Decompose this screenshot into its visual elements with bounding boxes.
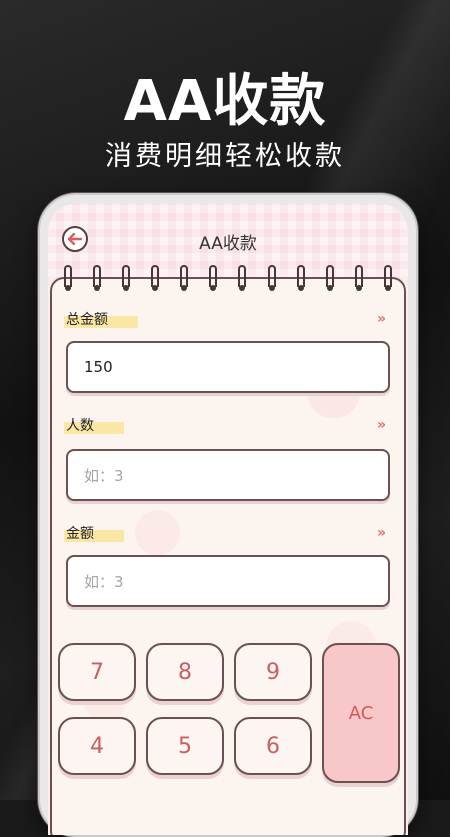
ring-icon [354, 265, 363, 291]
ring-icon [180, 265, 189, 291]
ring-icon [64, 265, 72, 291]
phone-frame: AA收款 总金额 » 150 人数 » 如：3 金额 » 如：3 7 8 9 4… [38, 193, 418, 837]
ring-icon [209, 265, 218, 291]
key-7[interactable]: 7 [58, 643, 136, 701]
chevron-right-icon: » [376, 417, 386, 433]
key-6[interactable]: 6 [234, 717, 312, 775]
total-amount-label: 总金额 [64, 309, 138, 329]
ring-icon [325, 265, 334, 291]
promo-title: AA收款 [123, 69, 327, 134]
ring-icon [296, 265, 305, 291]
key-5[interactable]: 5 [146, 717, 224, 775]
ring-icon [238, 265, 247, 291]
ring-icon [383, 265, 392, 291]
key-8[interactable]: 8 [146, 643, 224, 701]
clear-button[interactable]: AC [322, 643, 400, 783]
chevron-right-icon: » [376, 311, 386, 327]
total-amount-input[interactable]: 150 [66, 341, 390, 393]
notebook-card: 总金额 » 150 人数 » 如：3 金额 » 如：3 7 8 9 4 5 6 … [50, 265, 406, 835]
page-title: AA收款 [199, 234, 257, 254]
amount-input[interactable]: 如：3 [66, 555, 390, 607]
ring-icon [151, 265, 160, 291]
promo-subtitle: 消费明细轻松收款 [105, 141, 345, 172]
key-9[interactable]: 9 [234, 643, 312, 701]
spiral-binding [64, 265, 392, 295]
people-count-input[interactable]: 如：3 [66, 449, 390, 501]
ring-icon [122, 265, 131, 291]
people-count-label: 人数 [64, 415, 124, 435]
ring-icon [267, 265, 276, 291]
amount-label: 金额 [64, 523, 124, 543]
app-screen: AA收款 总金额 » 150 人数 » 如：3 金额 » 如：3 7 8 9 4… [48, 203, 408, 835]
key-4[interactable]: 4 [58, 717, 136, 775]
ring-icon [93, 265, 102, 291]
chevron-right-icon: » [376, 525, 386, 541]
